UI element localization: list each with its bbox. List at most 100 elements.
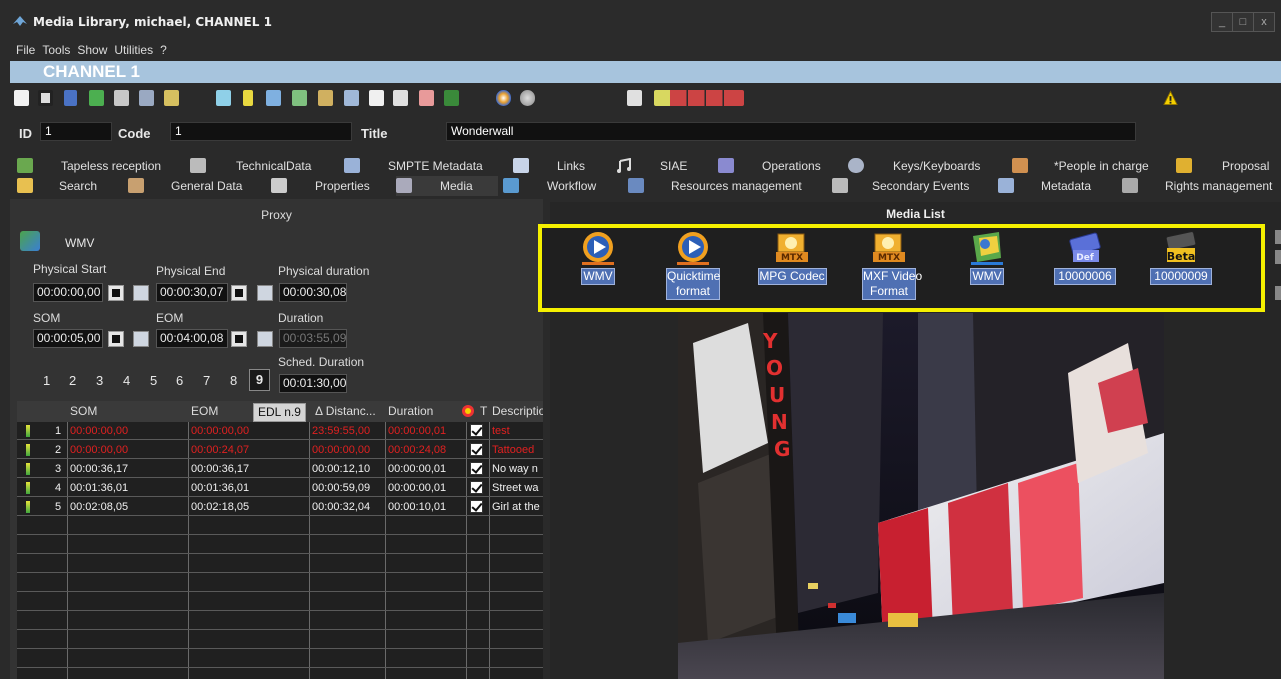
document-icon[interactable] — [369, 90, 384, 106]
tape-deck-icon[interactable] — [654, 90, 744, 106]
bar-icon[interactable] — [243, 90, 253, 106]
cell-som[interactable]: 00:00:00,00 — [68, 441, 187, 459]
page-1[interactable]: 1 — [43, 373, 50, 388]
save-icon[interactable] — [38, 90, 53, 106]
tools-icon[interactable] — [164, 90, 179, 106]
cell-dist[interactable]: 00:00:12,10 — [310, 460, 384, 478]
new-icon[interactable] — [14, 90, 29, 106]
cell-dist[interactable]: 23:59:55,00 — [310, 422, 384, 440]
cell-som[interactable]: 00:00:00,00 — [68, 422, 187, 440]
refresh-icon[interactable] — [89, 90, 104, 106]
page-2[interactable]: 2 — [69, 373, 76, 388]
page-9-selected[interactable]: 9 — [249, 369, 270, 391]
row-checkbox[interactable] — [470, 500, 483, 513]
page-5[interactable]: 5 — [150, 373, 157, 388]
cell-desc[interactable]: Tattooed — [490, 441, 543, 459]
tab-media[interactable]: Media — [396, 176, 498, 196]
sched-duration-field[interactable]: 00:01:30,00 — [279, 374, 347, 393]
minimize-button[interactable]: _ — [1211, 12, 1233, 32]
cell-eom[interactable]: 00:00:24,07 — [189, 441, 308, 459]
undo-icon[interactable] — [64, 90, 77, 106]
eom-field[interactable]: 00:04:00,08 — [156, 329, 228, 348]
tab-tapeless-reception[interactable]: Tapeless reception — [17, 156, 167, 176]
col-duration[interactable]: Duration — [388, 404, 433, 418]
calendar-icon[interactable] — [419, 90, 434, 106]
row-checkbox[interactable] — [470, 443, 483, 456]
title-field[interactable]: Wonderwall — [446, 122, 1136, 141]
cell-som[interactable]: 00:01:36,01 — [68, 479, 187, 497]
col-t[interactable]: T — [480, 404, 487, 418]
tab-smpte-metadata[interactable]: SMPTE Metadata — [344, 156, 489, 176]
page-7[interactable]: 7 — [203, 373, 210, 388]
edl-row[interactable]: 1 00:00:00,00 00:00:00,00 23:59:55,00 00:00:… — [17, 422, 543, 440]
people-icon[interactable] — [318, 90, 333, 106]
edl-row[interactable] — [17, 650, 543, 668]
col-distance[interactable]: Δ Distanc... — [315, 404, 376, 418]
tab-technical-data[interactable]: TechnicalData — [190, 156, 320, 176]
tab-search[interactable]: Search — [17, 176, 127, 196]
network-icon[interactable] — [292, 90, 307, 106]
cell-som[interactable]: 00:00:36,17 — [68, 460, 187, 478]
code-field[interactable]: 1 — [170, 122, 352, 141]
cell-eom[interactable]: 00:01:36,01 — [189, 479, 308, 497]
physical-duration-field[interactable]: 00:00:30,08 — [279, 283, 347, 302]
page-3[interactable]: 3 — [96, 373, 103, 388]
hierarchy-icon[interactable] — [266, 90, 281, 106]
edl-row[interactable] — [17, 612, 543, 630]
edl-row[interactable] — [17, 593, 543, 611]
tab-general-data[interactable]: General Data — [128, 176, 253, 196]
physical-end-set-button[interactable] — [231, 285, 247, 301]
edl-row[interactable] — [17, 631, 543, 649]
edl-row[interactable]: 2 00:00:00,00 00:00:24,07 00:00:00,00 00:00:… — [17, 441, 543, 459]
cell-desc[interactable]: Street wa — [490, 479, 543, 497]
menu-help[interactable]: ? — [160, 40, 167, 60]
cell-dur[interactable]: 00:00:00,01 — [386, 460, 465, 478]
id-field[interactable]: 1 — [40, 122, 112, 141]
globe-icon[interactable] — [520, 90, 535, 106]
cell-dist[interactable]: 00:00:00,00 — [310, 441, 384, 459]
eom-set-button[interactable] — [231, 331, 247, 347]
menu-utilities[interactable]: Utilities — [114, 40, 153, 60]
tab-keys-keyboards[interactable]: Keys/Keyboards — [848, 156, 988, 176]
col-description[interactable]: Descriptio — [492, 404, 543, 418]
tab-proposal[interactable]: Proposal — [1176, 156, 1276, 176]
tab-operations[interactable]: Operations — [718, 156, 828, 176]
cell-dur[interactable]: 00:00:00,01 — [386, 422, 465, 440]
help-query-icon[interactable] — [627, 90, 642, 106]
warning-icon[interactable] — [1163, 90, 1178, 106]
cell-som[interactable]: 00:02:08,05 — [68, 498, 187, 516]
close-button[interactable]: x — [1253, 12, 1275, 32]
cell-desc[interactable]: Girl at the — [490, 498, 543, 516]
cell-dur[interactable]: 00:00:10,01 — [386, 498, 465, 516]
tab-secondary-events[interactable]: Secondary Events — [832, 176, 982, 196]
physical-end-field[interactable]: 00:00:30,07 — [156, 283, 228, 302]
tab-links[interactable]: Links — [513, 156, 593, 176]
tab-people-in-charge[interactable]: *People in charge — [1012, 156, 1152, 176]
edl-row[interactable]: 5 00:02:08,05 00:02:18,05 00:00:32,04 00:00:… — [17, 498, 543, 516]
menu-tools[interactable]: Tools — [42, 40, 70, 60]
tab-resources-management[interactable]: Resources management — [628, 176, 808, 196]
edl-row[interactable] — [17, 517, 543, 535]
tree-icon[interactable] — [216, 90, 231, 106]
copy-icon[interactable] — [114, 90, 129, 106]
som-field[interactable]: 00:00:05,00 — [33, 329, 103, 348]
edl-row[interactable] — [17, 574, 543, 592]
row-checkbox[interactable] — [470, 424, 483, 437]
users-icon[interactable] — [139, 90, 154, 106]
media-scroll-up[interactable] — [1275, 230, 1281, 244]
row-checkbox[interactable] — [470, 462, 483, 475]
page-8[interactable]: 8 — [230, 373, 237, 388]
monitor-icon[interactable] — [444, 90, 459, 106]
row-checkbox[interactable] — [470, 481, 483, 494]
cell-desc[interactable]: test — [490, 422, 543, 440]
list-icon[interactable] — [344, 90, 359, 106]
edl-row[interactable] — [17, 536, 543, 554]
page-6[interactable]: 6 — [176, 373, 183, 388]
edl-row[interactable] — [17, 555, 543, 573]
tab-workflow[interactable]: Workflow — [503, 176, 613, 196]
tab-siae[interactable]: SIAE — [616, 156, 696, 176]
eom-calc-icon[interactable] — [257, 331, 273, 347]
col-eom[interactable]: EOM — [191, 404, 218, 418]
physical-start-set-button[interactable] — [108, 285, 124, 301]
edl-row[interactable] — [17, 669, 543, 679]
